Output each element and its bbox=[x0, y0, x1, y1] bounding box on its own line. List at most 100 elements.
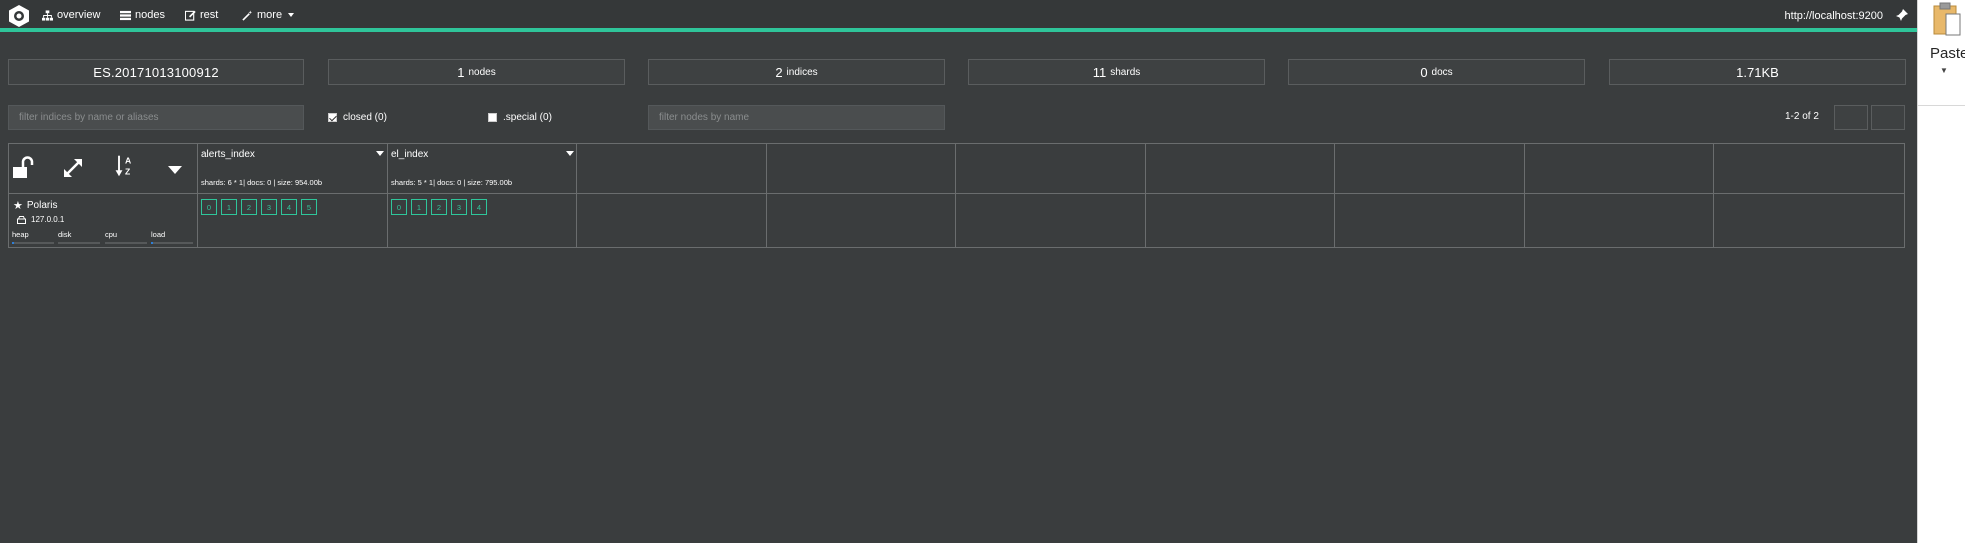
clipboard-panel: Paste ▼ bbox=[1917, 0, 1965, 543]
indices-count: 2 bbox=[775, 64, 783, 80]
panel-divider bbox=[1918, 105, 1965, 106]
unlock-icon[interactable] bbox=[11, 156, 35, 180]
total-size: 1.71KB bbox=[1736, 64, 1779, 80]
svg-text:A: A bbox=[125, 155, 131, 165]
indices-filter-input[interactable] bbox=[8, 105, 304, 130]
column-divider bbox=[1524, 144, 1525, 247]
nodes-label: nodes bbox=[468, 66, 496, 78]
sitemap-icon bbox=[42, 9, 53, 21]
shard-2[interactable]: 2 bbox=[431, 199, 447, 215]
node-name[interactable]: ★ Polaris bbox=[13, 199, 57, 212]
index-meta: shards: 6 * 1| docs: 0 | size: 954.00b bbox=[201, 178, 323, 187]
heap-bar bbox=[12, 242, 54, 244]
top-navbar: overview nodes rest more http://localhos… bbox=[0, 0, 1917, 32]
special-checkbox-box[interactable] bbox=[488, 113, 497, 122]
list-icon bbox=[120, 10, 131, 20]
svg-text:Z: Z bbox=[125, 167, 130, 177]
size-stat: 1.71KB bbox=[1609, 59, 1906, 85]
pagination-info: 1-2 of 2 bbox=[1785, 111, 1819, 122]
nav-overview[interactable]: overview bbox=[42, 9, 100, 21]
magic-wand-icon bbox=[242, 9, 253, 21]
prev-page-button[interactable] bbox=[1834, 105, 1868, 130]
caret-down-icon[interactable] bbox=[163, 158, 187, 182]
nodes-count: 1 bbox=[457, 64, 465, 80]
nav-more[interactable]: more bbox=[242, 9, 295, 21]
shard-1[interactable]: 1 bbox=[221, 199, 237, 215]
alerts-index-shards: 0 1 2 3 4 5 bbox=[201, 199, 317, 215]
index-name[interactable]: alerts_index bbox=[201, 149, 255, 160]
shard-3[interactable]: 3 bbox=[261, 199, 277, 215]
column-divider bbox=[1145, 144, 1146, 247]
shard-0[interactable]: 0 bbox=[391, 199, 407, 215]
special-checkbox-label: .special (0) bbox=[503, 112, 552, 123]
shard-4[interactable]: 4 bbox=[471, 199, 487, 215]
heap-label: heap bbox=[12, 230, 29, 239]
disk-bar bbox=[58, 242, 100, 244]
docs-label: docs bbox=[1431, 66, 1453, 78]
indices-label: indices bbox=[786, 66, 818, 78]
column-divider bbox=[955, 144, 956, 247]
edit-icon bbox=[185, 10, 196, 21]
cerebro-logo-icon[interactable] bbox=[8, 4, 30, 28]
column-divider bbox=[766, 144, 767, 247]
index-menu-caret-icon[interactable] bbox=[376, 151, 384, 156]
chevron-down-icon bbox=[288, 13, 295, 17]
nav-nodes-label: nodes bbox=[135, 9, 165, 21]
el-index-shards: 0 1 2 3 4 bbox=[391, 199, 487, 215]
shard-3[interactable]: 3 bbox=[451, 199, 467, 215]
load-bar-fill bbox=[151, 242, 154, 244]
heap-bar-fill bbox=[12, 242, 15, 244]
shards-label: shards bbox=[1110, 66, 1141, 78]
shard-2[interactable]: 2 bbox=[241, 199, 257, 215]
sort-alpha-icon[interactable]: A Z bbox=[113, 154, 137, 178]
hdd-icon bbox=[17, 215, 26, 224]
master-star-icon: ★ bbox=[13, 200, 23, 212]
paste-clipboard-icon[interactable] bbox=[1932, 2, 1962, 36]
paste-dropdown-icon[interactable]: ▼ bbox=[1940, 66, 1948, 75]
nav-overview-label: overview bbox=[57, 9, 101, 21]
column-divider bbox=[387, 144, 388, 247]
host-url[interactable]: http://localhost:9200 bbox=[1785, 10, 1883, 22]
cpu-bar bbox=[105, 242, 147, 244]
paste-button[interactable]: Paste bbox=[1930, 45, 1965, 62]
cluster-name: ES.20171013100912 bbox=[93, 64, 219, 80]
node-ip: 127.0.0.1 bbox=[17, 215, 64, 224]
docs-stat: 0 docs bbox=[1288, 59, 1585, 85]
cluster-name-box: ES.20171013100912 bbox=[8, 59, 304, 85]
shard-4[interactable]: 4 bbox=[281, 199, 297, 215]
indices-stat: 2 indices bbox=[648, 59, 945, 85]
node-ip-label: 127.0.0.1 bbox=[31, 215, 65, 224]
docs-count: 0 bbox=[1420, 64, 1428, 80]
closed-checkbox-box[interactable] bbox=[328, 113, 337, 122]
cpu-label: cpu bbox=[105, 230, 118, 239]
row-divider bbox=[9, 193, 1904, 194]
shards-stat: 11 shards bbox=[968, 59, 1265, 85]
nav-accent-bar bbox=[0, 28, 1917, 32]
cluster-overview-table: A Z alerts_index shards: 6 * 1| docs: 0 … bbox=[8, 143, 1905, 248]
closed-checkbox[interactable]: closed (0) bbox=[328, 112, 387, 123]
disk-label: disk bbox=[58, 230, 72, 239]
nodes-stat: 1 nodes bbox=[328, 59, 625, 85]
nav-rest-label: rest bbox=[200, 9, 219, 21]
node-name-label: Polaris bbox=[26, 200, 58, 211]
nav-rest[interactable]: rest bbox=[185, 9, 218, 21]
column-divider bbox=[1713, 144, 1714, 247]
nav-nodes[interactable]: nodes bbox=[120, 9, 165, 21]
special-checkbox[interactable]: .special (0) bbox=[488, 112, 552, 123]
column-divider bbox=[1334, 144, 1335, 247]
nav-more-label: more bbox=[257, 9, 283, 21]
index-menu-caret-icon[interactable] bbox=[566, 151, 574, 156]
shard-5[interactable]: 5 bbox=[301, 199, 317, 215]
expand-icon[interactable] bbox=[61, 156, 85, 180]
shard-0[interactable]: 0 bbox=[201, 199, 217, 215]
closed-checkbox-label: closed (0) bbox=[343, 112, 387, 123]
next-page-button[interactable] bbox=[1871, 105, 1905, 130]
nodes-filter-input[interactable] bbox=[648, 105, 945, 130]
load-label: load bbox=[151, 230, 166, 239]
index-meta: shards: 5 * 1| docs: 0 | size: 795.00b bbox=[391, 178, 513, 187]
shard-1[interactable]: 1 bbox=[411, 199, 427, 215]
index-name[interactable]: el_index bbox=[391, 149, 428, 160]
thumbtack-icon[interactable] bbox=[1895, 8, 1909, 22]
column-divider bbox=[576, 144, 577, 247]
load-bar bbox=[151, 242, 193, 244]
